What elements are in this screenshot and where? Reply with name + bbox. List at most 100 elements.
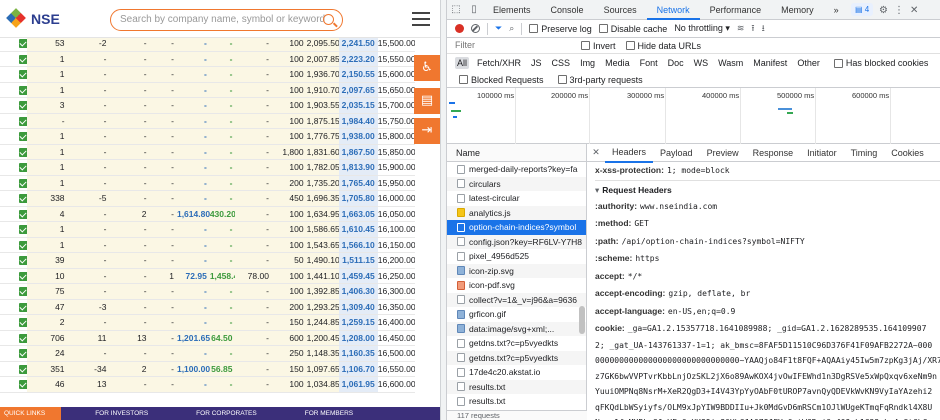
login-icon[interactable]: ⇥ bbox=[414, 118, 440, 144]
footer-quick-links[interactable]: QUICK LINKS bbox=[0, 407, 62, 420]
more-options-icon[interactable]: ⋮ bbox=[894, 5, 904, 16]
request-row[interactable]: icon-zip.svg bbox=[447, 263, 586, 278]
row-checkbox[interactable] bbox=[0, 114, 28, 129]
footer-for-corporates[interactable]: FOR CORPORATES bbox=[192, 407, 257, 420]
more-tabs-button[interactable]: » bbox=[824, 0, 849, 20]
request-row[interactable]: data:image/svg+xml;... bbox=[447, 321, 586, 336]
network-conditions-icon[interactable]: ≋ bbox=[737, 24, 745, 34]
type-filter-wasm[interactable]: Wasm bbox=[716, 57, 745, 69]
request-row[interactable]: collect?v=1&_v=j96&a=9636 bbox=[447, 292, 586, 307]
filter-input[interactable]: Filter bbox=[455, 39, 581, 52]
option-chain-cell[interactable]: - bbox=[176, 51, 210, 66]
request-row[interactable]: merged-daily-reports?key=fa bbox=[447, 162, 586, 177]
request-row[interactable]: results.txt bbox=[447, 379, 586, 394]
row-checkbox[interactable] bbox=[0, 83, 28, 98]
close-icon[interactable]: ✕ bbox=[910, 5, 918, 16]
option-chain-cell[interactable]: - bbox=[176, 82, 210, 97]
device-toolbar-icon[interactable]: ▯ bbox=[465, 0, 483, 20]
strike-price-cell[interactable]: 15,900.00 bbox=[378, 160, 415, 175]
tab-network[interactable]: Network bbox=[646, 0, 700, 20]
menu-icon[interactable] bbox=[412, 12, 430, 26]
row-checkbox[interactable] bbox=[0, 315, 28, 330]
row-checkbox[interactable] bbox=[0, 331, 28, 346]
row-checkbox[interactable] bbox=[0, 176, 28, 191]
throttling-select[interactable]: No throttling ▾ bbox=[674, 23, 730, 34]
row-checkbox[interactable] bbox=[0, 284, 28, 299]
type-filter-css[interactable]: CSS bbox=[550, 57, 573, 69]
strike-price-cell[interactable]: 15,750.00 bbox=[378, 114, 415, 129]
option-chain-cell[interactable]: 1,614.80 bbox=[176, 206, 210, 221]
option-chain-cell[interactable]: - bbox=[176, 237, 210, 252]
preserve-log-checkbox[interactable]: Preserve log bbox=[529, 24, 592, 34]
close-details-icon[interactable]: ✕ bbox=[587, 148, 605, 158]
request-row[interactable]: option-chain-indices?symbol bbox=[447, 220, 586, 235]
tab-headers[interactable]: Headers bbox=[605, 143, 654, 163]
option-chain-cell[interactable]: - bbox=[176, 67, 210, 82]
strike-price-cell[interactable]: 15,500.00 bbox=[378, 36, 415, 51]
tab-elements[interactable]: Elements bbox=[483, 0, 541, 20]
row-checkbox[interactable] bbox=[0, 67, 28, 82]
option-chain-cell[interactable]: 72.95 bbox=[176, 268, 210, 283]
strike-price-cell[interactable]: 15,550.00 bbox=[378, 52, 415, 67]
row-checkbox[interactable] bbox=[0, 238, 28, 253]
strike-price-cell[interactable]: 16,350.00 bbox=[378, 300, 415, 315]
has-blocked-cookies-checkbox[interactable]: Has blocked cookies bbox=[833, 58, 928, 68]
row-checkbox[interactable] bbox=[0, 253, 28, 268]
option-chain-cell[interactable]: - bbox=[176, 299, 210, 314]
search-icon[interactable] bbox=[323, 14, 334, 25]
tab-performance[interactable]: Performance bbox=[700, 0, 772, 20]
tab-console[interactable]: Console bbox=[541, 0, 594, 20]
inspect-element-icon[interactable]: ⬚ bbox=[447, 0, 465, 20]
strike-price-cell[interactable]: 15,800.00 bbox=[378, 129, 415, 144]
option-chain-cell[interactable]: - bbox=[176, 160, 210, 175]
name-column-header[interactable]: Name bbox=[447, 144, 587, 162]
footer-for-investors[interactable]: FOR INVESTORS bbox=[91, 407, 148, 420]
row-checkbox[interactable] bbox=[0, 346, 28, 361]
type-filter-img[interactable]: Img bbox=[578, 57, 597, 69]
strike-price-cell[interactable]: 16,150.00 bbox=[378, 238, 415, 253]
strike-price-cell[interactable]: 16,550.00 bbox=[378, 362, 415, 377]
strike-price-cell[interactable]: 15,700.00 bbox=[378, 98, 415, 113]
type-filter-doc[interactable]: Doc bbox=[666, 57, 686, 69]
request-row[interactable]: config.json?key=RF6LV-Y7H8 bbox=[447, 234, 586, 249]
strike-price-cell[interactable]: 15,850.00 bbox=[378, 145, 415, 160]
accessibility-icon[interactable]: ♿ bbox=[414, 55, 440, 81]
option-chain-cell[interactable]: - bbox=[176, 175, 210, 190]
type-filter-js[interactable]: JS bbox=[529, 57, 544, 69]
export-har-icon[interactable]: ⭳ bbox=[762, 21, 765, 37]
option-chain-cell[interactable]: - bbox=[176, 377, 210, 392]
request-row[interactable]: analytics.js bbox=[447, 205, 586, 220]
option-chain-cell[interactable]: - bbox=[176, 284, 210, 299]
row-checkbox[interactable] bbox=[0, 191, 28, 206]
request-list-scrollbar[interactable] bbox=[579, 306, 585, 334]
third-party-checkbox[interactable]: 3rd-party requests bbox=[557, 75, 643, 85]
option-chain-cell[interactable]: - bbox=[176, 98, 210, 113]
row-checkbox[interactable] bbox=[0, 300, 28, 315]
option-chain-cell[interactable]: 1,201.65 bbox=[176, 330, 210, 345]
row-checkbox[interactable] bbox=[0, 36, 28, 51]
strike-price-cell[interactable]: 16,500.00 bbox=[378, 346, 415, 361]
blocked-requests-checkbox[interactable]: Blocked Requests bbox=[459, 75, 544, 85]
request-row[interactable]: grficon.gif bbox=[447, 307, 586, 322]
request-row[interactable]: results.txt bbox=[447, 394, 586, 409]
disable-cache-checkbox[interactable]: Disable cache bbox=[598, 24, 667, 34]
tab-cookies[interactable]: Cookies bbox=[884, 144, 931, 162]
row-checkbox[interactable] bbox=[0, 207, 28, 222]
request-row[interactable]: getdns.txt?c=p5vyedkts bbox=[447, 336, 586, 351]
strike-price-cell[interactable]: 15,600.00 bbox=[378, 67, 415, 82]
request-row[interactable]: icon-pdf.svg bbox=[447, 278, 586, 293]
type-filter-font[interactable]: Font bbox=[638, 57, 660, 69]
option-chain-cell[interactable]: - bbox=[176, 144, 210, 159]
tab-timing[interactable]: Timing bbox=[844, 144, 885, 162]
strike-price-cell[interactable]: 15,650.00 bbox=[378, 83, 415, 98]
settings-icon[interactable]: ⚙ bbox=[879, 5, 888, 16]
tab-response[interactable]: Response bbox=[746, 144, 801, 162]
tab-payload[interactable]: Payload bbox=[653, 144, 700, 162]
tab-initiator[interactable]: Initiator bbox=[800, 144, 844, 162]
search-icon-devtools[interactable]: ⌕ bbox=[509, 24, 514, 34]
row-checkbox[interactable] bbox=[0, 269, 28, 284]
strike-price-cell[interactable]: 16,050.00 bbox=[378, 207, 415, 222]
type-filter-media[interactable]: Media bbox=[603, 57, 632, 69]
row-checkbox[interactable] bbox=[0, 377, 28, 392]
network-overview-timeline[interactable]: 100000 ms 200000 ms 300000 ms 400000 ms 5000… bbox=[447, 88, 940, 144]
